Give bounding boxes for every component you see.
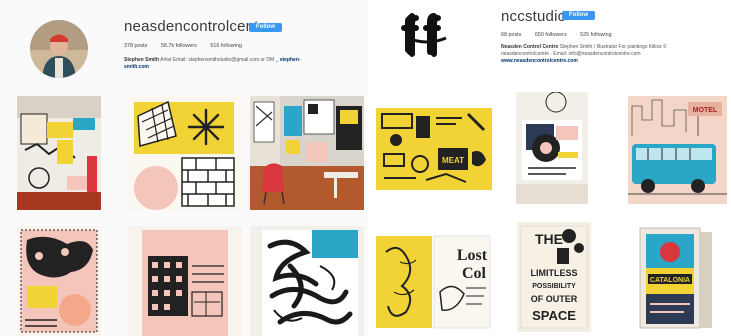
- bio-name: Neasden Control Centre: [501, 44, 559, 50]
- meat-label: MEAT: [442, 156, 464, 165]
- post-thumbnail[interactable]: [250, 96, 364, 210]
- follow-button[interactable]: Follow: [562, 11, 595, 20]
- post-thumbnail[interactable]: [128, 96, 242, 210]
- lost-title-word1: Lost: [457, 247, 488, 264]
- post-thumbnail[interactable]: [17, 96, 101, 210]
- post-thumbnail[interactable]: [17, 226, 101, 336]
- bio-link[interactable]: www.neasdencontrolcentre.com: [501, 58, 578, 64]
- poster-line3: OF OUTER: [531, 294, 578, 304]
- post-thumbnail[interactable]: [128, 226, 242, 336]
- post-thumbnail[interactable]: MEAT: [376, 108, 492, 190]
- bio-text: Artist Email: stephensmithstudio@gmail.c…: [160, 57, 279, 63]
- post-thumbnail[interactable]: Lost Col: [376, 232, 492, 332]
- profile-stats: 378 posts 58.7k followers 516 following: [124, 43, 254, 49]
- profile-avatar[interactable]: [30, 20, 88, 78]
- profile-bio: Stephen Smith Artist Email: stephensmith…: [124, 57, 359, 71]
- profile-avatar[interactable]: [400, 8, 454, 62]
- post-thumbnail[interactable]: MOTEL: [628, 96, 727, 204]
- poster-line2: POSSIBILITY: [532, 283, 576, 290]
- follow-button[interactable]: Follow: [249, 23, 282, 32]
- poster-line4: SPACE: [532, 308, 576, 323]
- bio-link-part2[interactable]: smith.com: [124, 64, 149, 70]
- book-title: CATALONIA: [650, 277, 690, 284]
- following-count[interactable]: 516 following: [210, 43, 241, 49]
- profile-bio: Neasden Control Centre Stephen Smith / I…: [501, 44, 729, 65]
- motel-label: MOTEL: [693, 107, 718, 114]
- profile-username[interactable]: nccstudio: [501, 8, 566, 25]
- lost-title-word2: Col: [462, 265, 487, 282]
- following-count[interactable]: 525 following: [580, 32, 611, 38]
- post-thumbnail[interactable]: CATALONIA: [626, 224, 726, 332]
- posts-count: 378 posts: [124, 43, 148, 49]
- followers-count[interactable]: 650 followers: [535, 32, 567, 38]
- posts-count: 68 posts: [501, 32, 522, 38]
- left-profile-panel: neasdencontrolcentre Follow 378 posts 58…: [0, 0, 368, 336]
- post-thumbnail[interactable]: THE LIMITLESS POSSIBILITY OF OUTER SPACE: [517, 222, 591, 332]
- poster-the: THE: [535, 231, 563, 247]
- bio-line-1: Stephen Smith / Illustrator For painting…: [559, 44, 667, 50]
- bio-name: Stephen Smith: [124, 57, 160, 63]
- post-thumbnail[interactable]: [250, 226, 364, 336]
- poster-line1: LIMITLESS: [531, 268, 578, 278]
- bio-line-2: neasdencontrolcentre . Email: info@neasd…: [501, 51, 641, 57]
- followers-count[interactable]: 58.7k followers: [161, 43, 197, 49]
- post-thumbnail[interactable]: [516, 92, 588, 204]
- bio-link-part1[interactable]: stephen-: [280, 57, 301, 63]
- right-profile-panel: nccstudio Follow 68 posts 650 followers …: [368, 0, 731, 336]
- profile-stats: 68 posts 650 followers 525 following: [501, 32, 624, 38]
